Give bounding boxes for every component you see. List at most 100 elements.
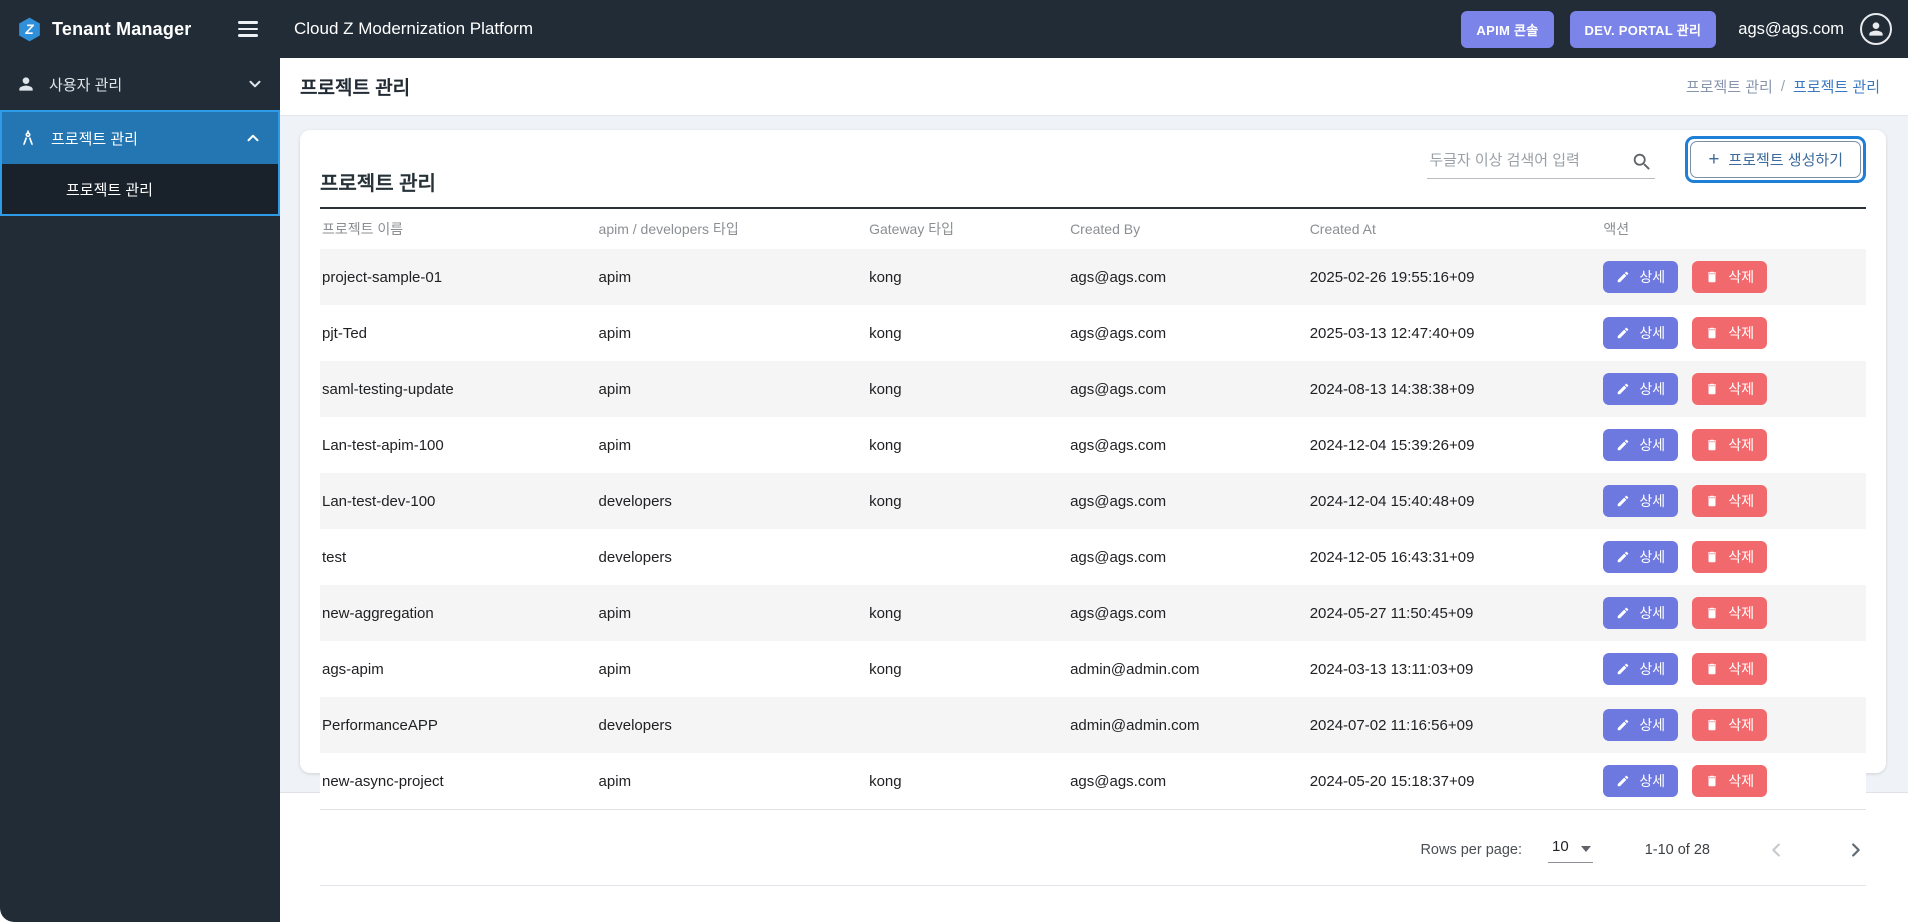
column-header-actions: 액션 xyxy=(1603,221,1630,237)
detail-button-label: 상세 xyxy=(1639,605,1666,621)
cell-type: developers xyxy=(598,548,672,566)
search-icon[interactable] xyxy=(1631,151,1653,173)
pagination: Rows per page: 10 1-10 of 28 xyxy=(320,825,1866,875)
delete-button[interactable]: 삭제 xyxy=(1692,373,1768,405)
cell-actions: 상세 삭제 xyxy=(1595,249,1866,305)
detail-button[interactable]: 상세 xyxy=(1603,317,1679,349)
sidebar-subitem-project-management[interactable]: 프로젝트 관리 xyxy=(2,164,278,214)
delete-button[interactable]: 삭제 xyxy=(1692,429,1768,461)
detail-button[interactable]: 상세 xyxy=(1603,541,1679,573)
brand-logo-icon: Z xyxy=(16,15,43,44)
cell-actions: 상세 삭제 xyxy=(1595,585,1866,641)
cell-gateway: kong xyxy=(869,660,902,678)
pencil-icon xyxy=(1616,662,1630,676)
cell-created-at: 2024-12-04 15:40:48+09 xyxy=(1309,492,1475,510)
cell-gateway xyxy=(861,529,1062,585)
menu-icon[interactable] xyxy=(236,17,260,40)
cell-gateway xyxy=(861,697,1062,753)
sidebar-item-project-management[interactable]: 프로젝트 관리 xyxy=(2,112,278,164)
cell-created-at: 2024-07-02 11:16:56+09 xyxy=(1309,716,1474,734)
cell-created-by: ags@ags.com xyxy=(1070,548,1167,566)
pencil-icon xyxy=(1616,550,1630,564)
cell-created-at: 2024-12-05 16:43:31+09 xyxy=(1309,548,1475,566)
delete-button[interactable]: 삭제 xyxy=(1692,541,1768,573)
dev-portal-button[interactable]: DEV. PORTAL 관리 xyxy=(1569,10,1717,48)
delete-button[interactable]: 삭제 xyxy=(1692,485,1768,517)
cell-created-by: ags@ags.com xyxy=(1070,436,1167,454)
cell-type: apim xyxy=(598,380,632,398)
detail-button[interactable]: 상세 xyxy=(1603,373,1679,405)
delete-button-label: 삭제 xyxy=(1728,717,1755,733)
delete-button[interactable]: 삭제 xyxy=(1692,653,1768,685)
delete-button[interactable]: 삭제 xyxy=(1692,765,1768,797)
cell-created-by: ags@ags.com xyxy=(1070,492,1167,510)
app-title: Cloud Z Modernization Platform xyxy=(294,19,534,38)
next-page-button[interactable] xyxy=(1844,839,1866,861)
detail-button[interactable]: 상세 xyxy=(1603,653,1679,685)
pagination-range: 1-10 of 28 xyxy=(1644,842,1710,858)
cell-created-at: 2024-12-04 15:39:26+09 xyxy=(1309,436,1475,454)
trash-icon xyxy=(1705,606,1719,620)
cell-actions: 상세 삭제 xyxy=(1595,753,1866,810)
trash-icon xyxy=(1705,774,1719,788)
detail-button[interactable]: 상세 xyxy=(1603,261,1679,293)
apim-console-button[interactable]: APIM 콘솔 xyxy=(1461,10,1554,48)
sidebar: 사용자 관리 프로젝트 관리 프로젝트 관리 xyxy=(0,58,280,922)
card-header: 프로젝트 관리 + xyxy=(320,130,1866,207)
cell-gateway: kong xyxy=(869,436,902,454)
delete-button[interactable]: 삭제 xyxy=(1692,709,1768,741)
topbar-right: APIM 콘솔 DEV. PORTAL 관리 ags@ags.com xyxy=(1461,10,1908,48)
trash-icon xyxy=(1705,326,1719,340)
table-row: new-async-project apim kong ags@ags.com … xyxy=(320,753,1866,810)
trash-icon xyxy=(1705,718,1719,732)
cell-type: apim xyxy=(598,436,632,454)
detail-button-label: 상세 xyxy=(1639,717,1666,733)
sidebar-subitem-label: 프로젝트 관리 xyxy=(66,181,153,199)
rows-per-page-select[interactable]: 10 xyxy=(1548,838,1593,863)
delete-button[interactable]: 삭제 xyxy=(1692,317,1768,349)
detail-button[interactable]: 상세 xyxy=(1603,765,1679,797)
delete-button-label: 삭제 xyxy=(1728,661,1755,677)
sidebar-item-label: 프로젝트 관리 xyxy=(51,130,138,148)
detail-button-label: 상세 xyxy=(1639,661,1666,677)
main-area: 프로젝트 관리 프로젝트 관리 / 프로젝트 관리 프로젝트 관리 두글자 이상… xyxy=(280,58,1908,922)
cell-gateway: kong xyxy=(869,772,902,790)
delete-button[interactable]: 삭제 xyxy=(1692,261,1768,293)
delete-button-label: 삭제 xyxy=(1728,437,1755,453)
search-input[interactable] xyxy=(1427,146,1656,179)
table-row: Lan-test-apim-100 apim kong ags@ags.com … xyxy=(320,417,1866,473)
breadcrumb-current[interactable]: 프로젝트 관리 xyxy=(1793,76,1880,97)
cell-project-name: project-sample-01 xyxy=(322,268,443,286)
breadcrumb-parent[interactable]: 프로젝트 관리 xyxy=(1686,76,1773,97)
table-row: Lan-test-dev-100 developers kong ags@ags… xyxy=(320,473,1866,529)
detail-button[interactable]: 상세 xyxy=(1603,429,1679,461)
cell-gateway: kong xyxy=(869,380,902,398)
brand-column: Z Tenant Manager xyxy=(0,15,280,44)
sidebar-item-user-management[interactable]: 사용자 관리 xyxy=(0,58,280,110)
cell-actions: 상세 삭제 xyxy=(1595,641,1866,697)
delete-button[interactable]: 삭제 xyxy=(1692,597,1768,629)
cell-project-name: new-aggregation xyxy=(322,604,434,622)
table-row: test developers ags@ags.com 2024-12-05 1… xyxy=(320,529,1866,585)
trash-icon xyxy=(1705,270,1719,284)
cell-actions: 상세 삭제 xyxy=(1595,417,1866,473)
cell-type: apim xyxy=(598,604,632,622)
previous-page-button[interactable] xyxy=(1766,839,1788,861)
table-row: ags-apim apim kong admin@admin.com 2024-… xyxy=(320,641,1866,697)
create-project-button[interactable]: + 프로젝트 생성하기 xyxy=(1690,141,1861,178)
detail-button[interactable]: 상세 xyxy=(1603,709,1679,741)
breadcrumb-separator: / xyxy=(1780,78,1786,95)
sidebar-submenu: 프로젝트 관리 xyxy=(2,164,278,214)
detail-button-label: 상세 xyxy=(1639,773,1666,789)
cell-project-name: Lan-test-dev-100 xyxy=(322,492,436,510)
avatar-icon[interactable] xyxy=(1860,13,1892,45)
delete-button-label: 삭제 xyxy=(1728,493,1755,509)
trash-icon xyxy=(1705,494,1719,508)
pencil-icon xyxy=(1616,438,1630,452)
chevron-down-icon xyxy=(246,75,264,93)
table-row: project-sample-01 apim kong ags@ags.com … xyxy=(320,249,1866,305)
cell-actions: 상세 삭제 xyxy=(1595,473,1866,529)
detail-button[interactable]: 상세 xyxy=(1603,597,1679,629)
trash-icon xyxy=(1705,382,1719,396)
detail-button[interactable]: 상세 xyxy=(1603,485,1679,517)
